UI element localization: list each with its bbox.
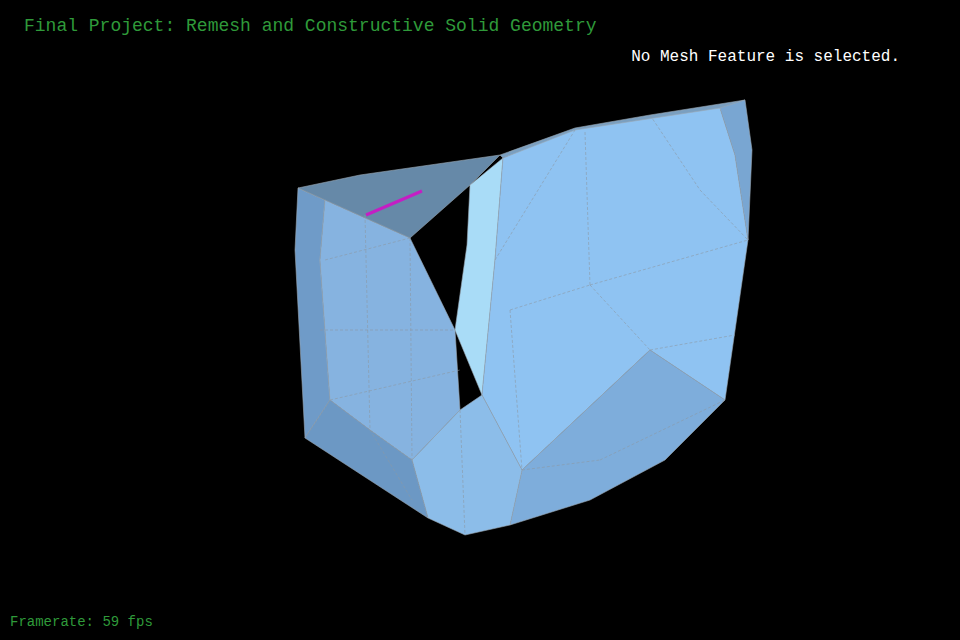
mesh-edge[interactable] xyxy=(320,330,455,331)
mesh-edge[interactable] xyxy=(600,400,725,460)
mesh-edge[interactable] xyxy=(510,310,522,470)
mesh-edge[interactable] xyxy=(325,238,410,260)
mesh-edge[interactable] xyxy=(330,370,460,400)
mesh-face[interactable] xyxy=(720,100,752,240)
hovered-edge[interactable] xyxy=(366,191,422,215)
mesh-view[interactable] xyxy=(0,0,960,640)
viewport[interactable]: Final Project: Remesh and Constructive S… xyxy=(0,0,960,640)
mesh-face[interactable] xyxy=(412,395,522,535)
mesh-edge[interactable] xyxy=(700,190,748,240)
mesh-edge[interactable] xyxy=(590,240,748,285)
mesh-edge[interactable] xyxy=(650,115,700,190)
selection-status: No Mesh Feature is selected. xyxy=(631,46,900,68)
framerate: Framerate: 59 fps xyxy=(0,613,960,640)
app-title: Final Project: Remesh and Constructive S… xyxy=(24,14,960,38)
mesh-edge[interactable] xyxy=(410,238,412,460)
mesh-face[interactable] xyxy=(305,400,428,518)
mesh-edge[interactable] xyxy=(510,285,590,310)
mesh-edge[interactable] xyxy=(650,335,735,350)
mesh-edge[interactable] xyxy=(585,132,590,285)
mesh-edge[interactable] xyxy=(460,410,465,535)
mesh-edge[interactable] xyxy=(590,285,650,350)
mesh-edge[interactable] xyxy=(522,460,600,470)
mesh-edge[interactable] xyxy=(365,215,370,430)
mesh-edge[interactable] xyxy=(495,130,575,260)
mesh-edge[interactable] xyxy=(370,430,412,500)
mesh-face[interactable] xyxy=(510,350,725,525)
